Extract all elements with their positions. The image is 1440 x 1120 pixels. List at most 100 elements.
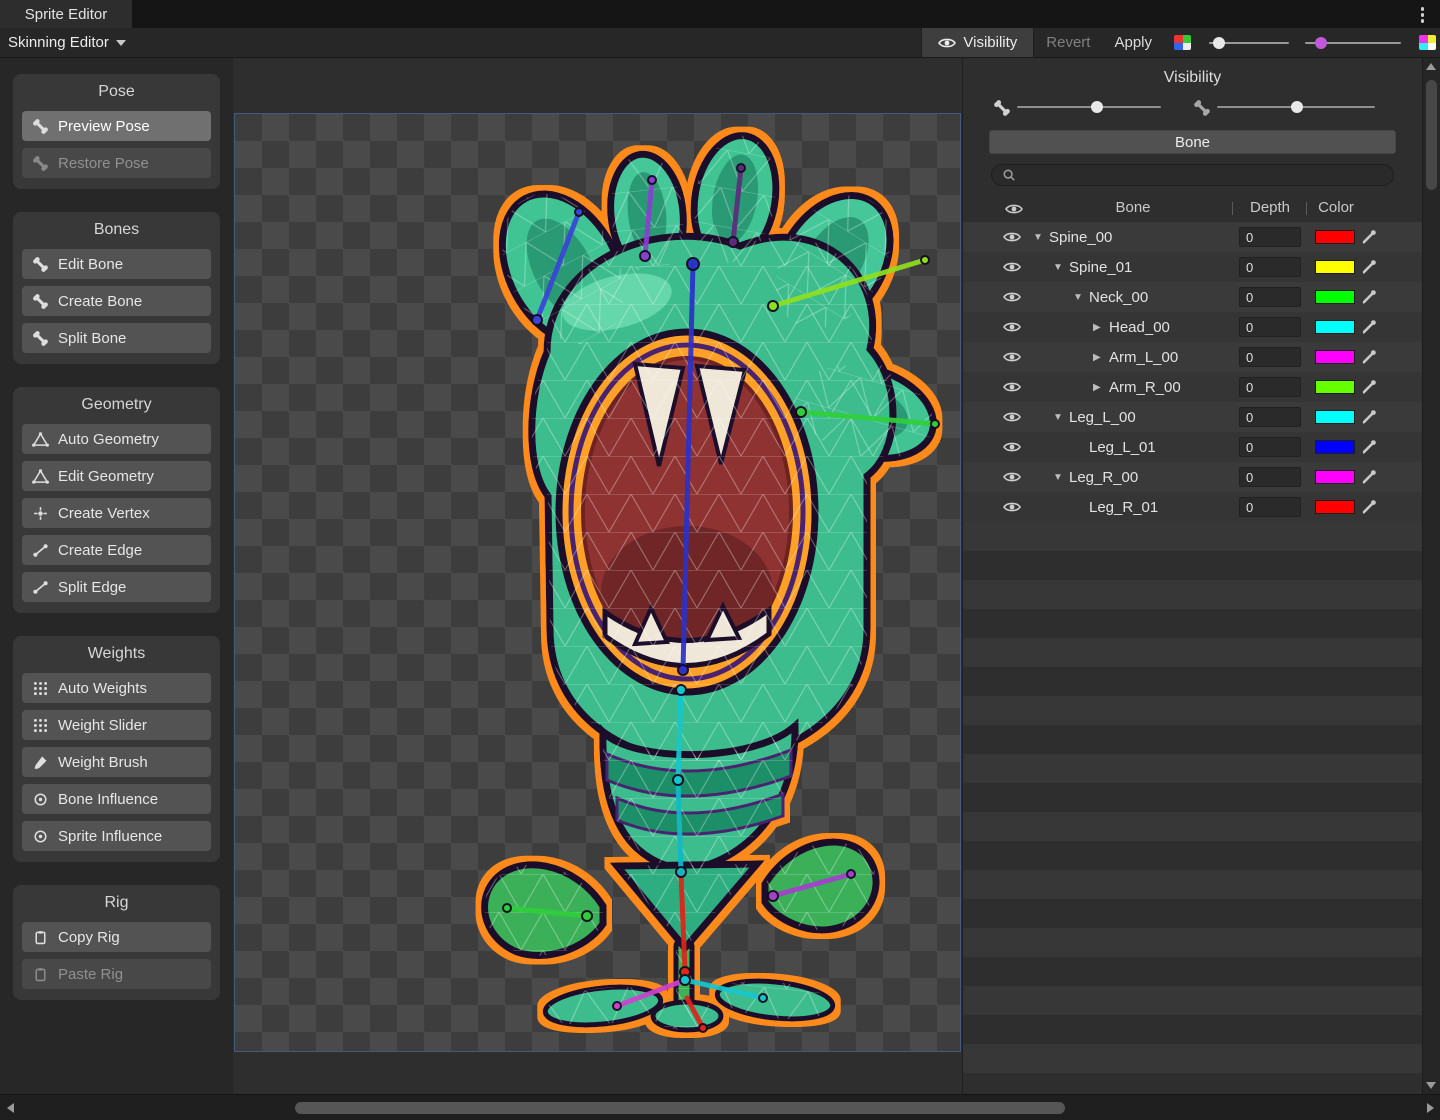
expander-icon[interactable] <box>1093 382 1109 393</box>
eyedropper-icon[interactable] <box>1361 229 1377 245</box>
eye-icon[interactable] <box>1003 471 1021 483</box>
bone-color-swatch[interactable] <box>1315 470 1355 484</box>
bone-row-leg-l-01[interactable]: Leg_L_01 <box>963 432 1422 462</box>
weight-brush-button[interactable]: Weight Brush <box>22 747 211 777</box>
bone-row-spine-00[interactable]: Spine_00 <box>963 222 1422 252</box>
expander-icon[interactable] <box>1053 412 1069 423</box>
create-edge-button[interactable]: Create Edge <box>22 535 211 565</box>
eyedropper-icon[interactable] <box>1361 289 1377 305</box>
sprite-influence-button[interactable]: Sprite Influence <box>22 821 211 851</box>
eye-icon[interactable] <box>1003 291 1021 303</box>
depth-input[interactable] <box>1239 257 1301 277</box>
depth-input[interactable] <box>1239 347 1301 367</box>
expander-icon[interactable] <box>1093 322 1109 333</box>
depth-input[interactable] <box>1239 227 1301 247</box>
bone-color-swatch[interactable] <box>1315 350 1355 364</box>
column-header-bone[interactable]: Bone <box>1035 199 1231 216</box>
bone-row-leg-r-01[interactable]: Leg_R_01 <box>963 492 1422 522</box>
bone-name[interactable]: Arm_L_00 <box>1109 349 1178 366</box>
scroll-down-icon[interactable] <box>1426 1082 1436 1089</box>
tab-bone[interactable]: Bone <box>989 130 1396 154</box>
eye-icon[interactable] <box>1003 351 1021 363</box>
bone-name[interactable]: Arm_R_00 <box>1109 379 1181 396</box>
scroll-up-icon[interactable] <box>1426 63 1436 70</box>
bone-name[interactable]: Head_00 <box>1109 319 1170 336</box>
alpha-slider[interactable] <box>1209 36 1289 50</box>
expander-icon[interactable] <box>1073 292 1089 303</box>
mode-dropdown[interactable]: Skinning Editor <box>8 34 126 51</box>
eyedropper-icon[interactable] <box>1361 319 1377 335</box>
copy-rig-button[interactable]: Copy Rig <box>22 922 211 952</box>
edit-geometry-button[interactable]: Edit Geometry <box>22 461 211 491</box>
expander-icon[interactable] <box>1093 352 1109 363</box>
depth-input[interactable] <box>1239 317 1301 337</box>
sprite-canvas[interactable] <box>235 114 960 1051</box>
weight-slider-button[interactable]: Weight Slider <box>22 710 211 740</box>
depth-input[interactable] <box>1239 377 1301 397</box>
eyedropper-icon[interactable] <box>1361 379 1377 395</box>
bone-name[interactable]: Spine_00 <box>1049 229 1112 246</box>
bone-row-leg-l-00[interactable]: Leg_L_00 <box>963 402 1422 432</box>
eye-icon[interactable] <box>1003 501 1021 513</box>
expander-icon[interactable] <box>1053 472 1069 483</box>
bone-color-swatch[interactable] <box>1315 260 1355 274</box>
vertical-scrollbar-thumb[interactable] <box>1426 80 1437 190</box>
bone-row-neck-00[interactable]: Neck_00 <box>963 282 1422 312</box>
brightness-slider[interactable] <box>1305 36 1401 50</box>
bone-opacity-slider-handle[interactable] <box>1091 101 1103 113</box>
eyedropper-icon[interactable] <box>1361 409 1377 425</box>
bone-name[interactable]: Leg_L_00 <box>1069 409 1136 426</box>
bone-row-head-00[interactable]: Head_00 <box>963 312 1422 342</box>
bone-name[interactable]: Leg_R_00 <box>1069 469 1138 486</box>
depth-input[interactable] <box>1239 467 1301 487</box>
brightness-slider-handle[interactable] <box>1315 37 1327 49</box>
column-header-color[interactable]: Color <box>1309 199 1363 216</box>
kebab-menu-icon[interactable] <box>1421 7 1425 23</box>
scroll-right-icon[interactable] <box>1427 1103 1434 1113</box>
tab-sprite-editor[interactable]: Sprite Editor <box>0 0 132 28</box>
depth-input[interactable] <box>1239 287 1301 307</box>
split-edge-button[interactable]: Split Edge <box>22 572 211 602</box>
preview-pose-button[interactable]: Preview Pose <box>22 111 211 141</box>
bone-name[interactable]: Leg_L_01 <box>1089 439 1156 456</box>
depth-input[interactable] <box>1239 497 1301 517</box>
bone-color-swatch[interactable] <box>1315 230 1355 244</box>
vertical-scrollbar[interactable] <box>1422 58 1440 1094</box>
create-bone-button[interactable]: Create Bone <box>22 286 211 316</box>
paste-rig-button[interactable]: Paste Rig <box>22 959 211 989</box>
eyedropper-icon[interactable] <box>1361 499 1377 515</box>
create-vertex-button[interactable]: Create Vertex <box>22 498 211 528</box>
rgba-view-icon[interactable] <box>1419 35 1436 50</box>
color-channels-icon[interactable] <box>1174 35 1191 50</box>
bone-color-swatch[interactable] <box>1315 320 1355 334</box>
bone-color-swatch[interactable] <box>1315 380 1355 394</box>
split-bone-button[interactable]: Split Bone <box>22 323 211 353</box>
horizontal-scrollbar-thumb[interactable] <box>295 1102 1065 1114</box>
eye-icon[interactable] <box>1003 261 1021 273</box>
visibility-toggle-button[interactable]: Visibility <box>921 28 1034 57</box>
bone-row-spine-01[interactable]: Spine_01 <box>963 252 1422 282</box>
bone-name[interactable]: Neck_00 <box>1089 289 1148 306</box>
edit-bone-button[interactable]: Edit Bone <box>22 249 211 279</box>
bone-search[interactable] <box>991 164 1394 186</box>
revert-button[interactable]: Revert <box>1034 28 1102 57</box>
eyedropper-icon[interactable] <box>1361 439 1377 455</box>
depth-input[interactable] <box>1239 407 1301 427</box>
column-header-depth[interactable]: Depth <box>1235 199 1305 216</box>
bone-influence-button[interactable]: Bone Influence <box>22 784 211 814</box>
bone-opacity-slider[interactable] <box>1017 106 1161 108</box>
bone-row-arm-l-00[interactable]: Arm_L_00 <box>963 342 1422 372</box>
auto-geometry-button[interactable]: Auto Geometry <box>22 424 211 454</box>
bone-name[interactable]: Leg_R_01 <box>1089 499 1158 516</box>
bone-row-leg-r-00[interactable]: Leg_R_00 <box>963 462 1422 492</box>
expander-icon[interactable] <box>1033 232 1049 243</box>
depth-input[interactable] <box>1239 437 1301 457</box>
expander-icon[interactable] <box>1053 262 1069 273</box>
restore-pose-button[interactable]: Restore Pose <box>22 148 211 178</box>
eye-icon[interactable] <box>1003 411 1021 423</box>
bone-color-swatch[interactable] <box>1315 440 1355 454</box>
eye-icon[interactable] <box>1003 321 1021 333</box>
search-input[interactable] <box>1022 168 1383 183</box>
eyedropper-icon[interactable] <box>1361 469 1377 485</box>
scroll-left-icon[interactable] <box>7 1103 14 1113</box>
